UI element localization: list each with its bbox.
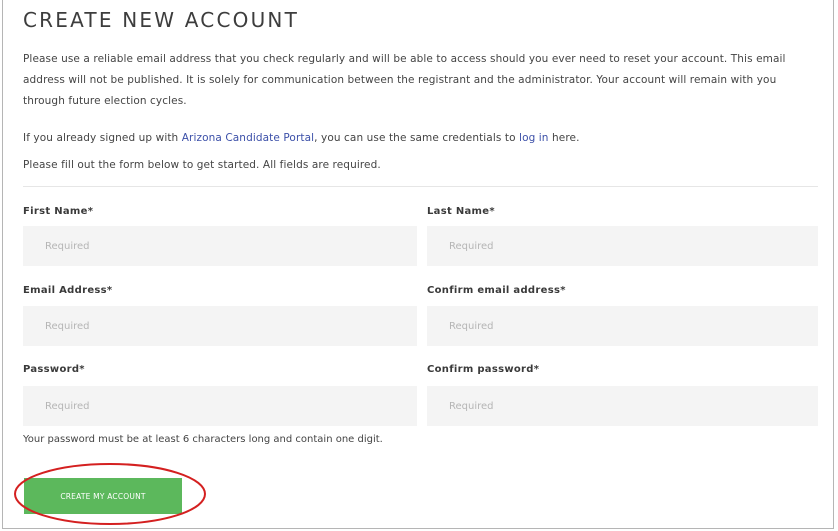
- page-title: CREATE NEW ACCOUNT: [23, 8, 299, 32]
- login-link[interactable]: log in: [519, 132, 549, 144]
- first-name-label: First Name*: [23, 206, 94, 217]
- signed-up-prefix: If you already signed up with: [23, 132, 182, 144]
- last-name-label: Last Name*: [427, 206, 495, 217]
- signed-up-suffix: here.: [548, 132, 580, 144]
- first-name-input[interactable]: [23, 226, 417, 266]
- email-input[interactable]: [23, 306, 417, 346]
- confirm-email-input[interactable]: [427, 306, 818, 346]
- password-label: Password*: [23, 364, 85, 375]
- password-input[interactable]: [23, 386, 417, 426]
- divider: [23, 186, 818, 187]
- intro-text: Please use a reliable email address that…: [23, 53, 786, 107]
- email-label: Email Address*: [23, 285, 113, 296]
- signed-up-text: If you already signed up with Arizona Ca…: [23, 128, 580, 149]
- create-account-button[interactable]: CREATE MY ACCOUNT: [24, 478, 182, 514]
- signed-up-middle: , you can use the same credentials to: [314, 132, 520, 144]
- confirm-email-label: Confirm email address*: [427, 285, 566, 296]
- instructions-text: Please fill out the form below to get st…: [23, 159, 381, 171]
- password-hint: Your password must be at least 6 charact…: [23, 434, 383, 445]
- confirm-password-input[interactable]: [427, 386, 818, 426]
- portal-link[interactable]: Arizona Candidate Portal: [182, 132, 314, 144]
- last-name-input[interactable]: [427, 226, 818, 266]
- confirm-password-label: Confirm password*: [427, 364, 540, 375]
